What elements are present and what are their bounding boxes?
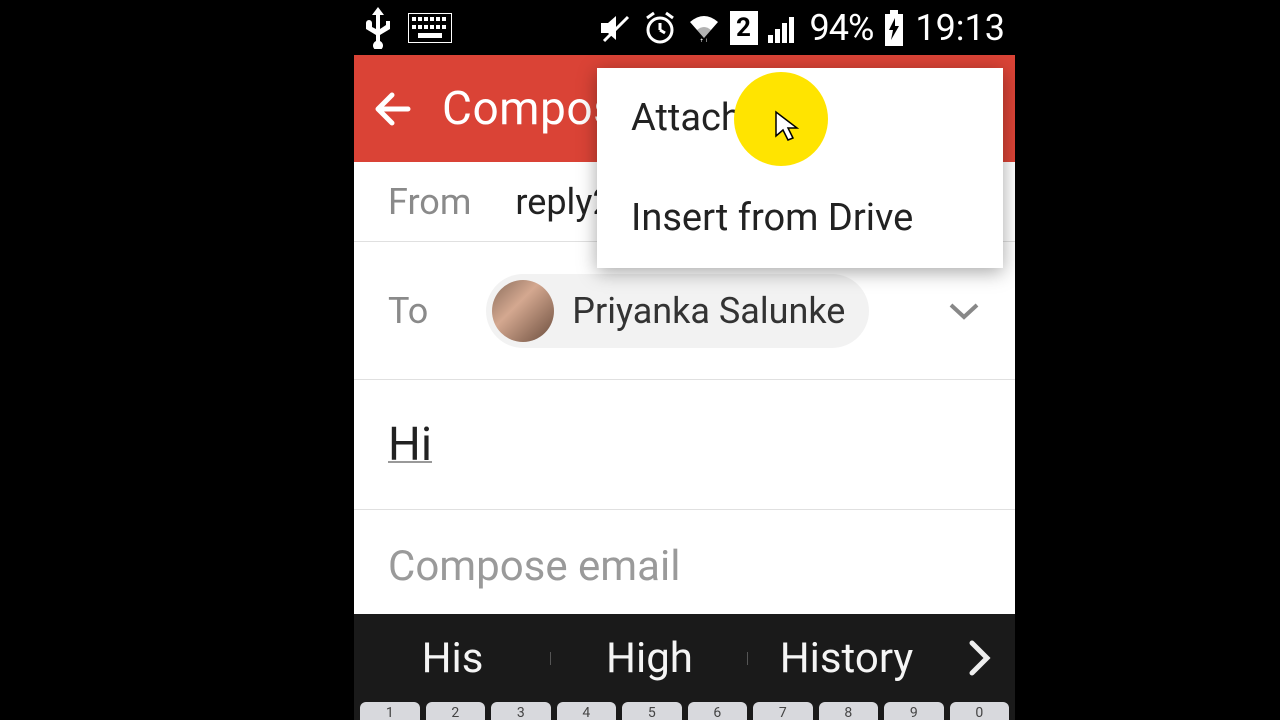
status-left (364, 7, 452, 49)
subject-text: Hi (388, 418, 432, 472)
contact-chip[interactable]: Priyanka Salunke (486, 274, 869, 348)
to-label: To (388, 290, 428, 332)
sim-badge: 2 (730, 11, 758, 45)
contact-name: Priyanka Salunke (572, 290, 845, 332)
menu-insert-drive[interactable]: Insert from Drive (597, 168, 1003, 268)
subject-row[interactable]: Hi (354, 380, 1015, 510)
keyboard-suggestions: His High History (354, 614, 1015, 702)
svg-text:↑↓: ↑↓ (699, 36, 709, 42)
clock-time: 19:13 (915, 7, 1005, 49)
key-2[interactable]: 2 (426, 702, 486, 720)
key-0[interactable]: 0 (950, 702, 1010, 720)
keyboard-number-row: 1 2 3 4 5 6 7 8 9 0 (354, 702, 1015, 720)
status-right: ↑↓ 2 94% 19:13 (598, 7, 1006, 49)
battery-percent: 94% (810, 7, 874, 49)
key-5[interactable]: 5 (622, 702, 682, 720)
body-placeholder: Compose email (388, 542, 680, 591)
suggestion-2[interactable]: High (551, 634, 748, 683)
alarm-icon (642, 10, 678, 46)
phone-screen: ↑↓ 2 94% 19:13 Compose From reply2 To Pr… (354, 0, 1015, 720)
keyboard-icon (408, 13, 452, 43)
key-7[interactable]: 7 (753, 702, 813, 720)
cursor-icon (774, 110, 802, 144)
key-6[interactable]: 6 (688, 702, 748, 720)
wifi-icon: ↑↓ (688, 14, 720, 42)
key-3[interactable]: 3 (491, 702, 551, 720)
key-4[interactable]: 4 (557, 702, 617, 720)
chevron-down-icon[interactable] (947, 301, 981, 321)
signal-icon (768, 13, 800, 43)
mute-icon (598, 11, 632, 45)
compose-body[interactable]: Compose email (354, 510, 1015, 623)
key-9[interactable]: 9 (884, 702, 944, 720)
battery-charging-icon (883, 10, 905, 46)
from-label: From (388, 181, 471, 223)
avatar (492, 280, 554, 342)
suggestion-next-icon[interactable] (945, 638, 1015, 678)
status-bar: ↑↓ 2 94% 19:13 (354, 0, 1015, 55)
suggestion-3[interactable]: History (748, 634, 945, 683)
back-icon[interactable] (372, 89, 412, 129)
key-8[interactable]: 8 (819, 702, 879, 720)
suggestion-1[interactable]: His (354, 634, 551, 683)
usb-icon (364, 7, 392, 49)
key-1[interactable]: 1 (360, 702, 420, 720)
